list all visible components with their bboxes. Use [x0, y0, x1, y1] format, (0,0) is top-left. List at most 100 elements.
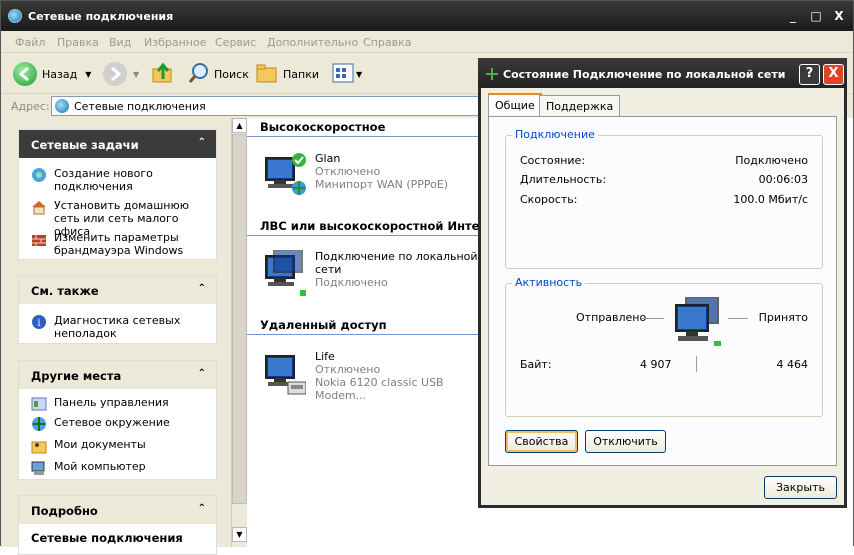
menu-edit[interactable]: Правка — [57, 36, 99, 49]
menu-help[interactable]: Справка — [363, 36, 411, 49]
connection-legend: Подключение — [512, 128, 598, 141]
place-my-computer[interactable]: Мой компьютер — [19, 460, 216, 480]
see-also-diagnostics[interactable]: i Диагностика сетевых неполадок — [19, 314, 216, 344]
up-folder-button[interactable] — [151, 62, 175, 86]
speed-label: Скорость: — [520, 193, 578, 206]
network-tasks-header[interactable]: Сетевые задачи ⌃ — [19, 130, 216, 158]
connection-local-network[interactable]: Подключение по локальной сети Подключено — [262, 249, 487, 310]
connection-status: Отключено — [315, 363, 381, 376]
control-panel-icon — [31, 396, 47, 412]
close-dialog-button[interactable]: Закрыть — [764, 476, 837, 499]
status-label: Состояние: — [520, 154, 586, 167]
collapse-icon[interactable]: ⌃ — [198, 503, 206, 514]
collapse-icon[interactable]: ⌃ — [198, 283, 206, 294]
collapse-icon[interactable]: ⌃ — [198, 368, 206, 379]
status-value: Подключено — [735, 154, 808, 167]
duration-value: 00:06:03 — [758, 173, 808, 186]
vertical-scrollbar[interactable]: ▲ ▼ — [231, 118, 247, 547]
view-button[interactable]: ▼ — [331, 62, 362, 86]
connection-name: Life — [315, 350, 335, 363]
address-input[interactable]: Сетевые подключения — [51, 96, 481, 116]
dialog-close-icon[interactable]: X — [823, 64, 844, 85]
place-control-panel[interactable]: Панель управления — [19, 396, 216, 414]
task-firewall-settings[interactable]: Изменить параметры брандмауэра Windows — [19, 231, 216, 261]
window-title: Сетевые подключения — [28, 10, 174, 23]
connection-glan[interactable]: Glan Отключено Минипорт WAN (PPPoE) — [262, 152, 482, 212]
connection-status-dialog: Состояние Подключение по локальной сети … — [478, 58, 847, 508]
network-connection-icon — [262, 249, 306, 296]
network-neighborhood-icon — [31, 416, 47, 432]
group-title-lan: ЛВС или высокоскоростной Интернет — [260, 219, 511, 233]
scroll-up-button[interactable]: ▲ — [232, 118, 247, 133]
see-also-panel: См. также ⌃ i Диагностика сетевых непола… — [18, 275, 217, 344]
back-button[interactable]: Назад ▼ — [13, 62, 91, 86]
bytes-divider — [696, 356, 697, 372]
menu-file[interactable]: Файл — [15, 36, 45, 49]
menu-service[interactable]: Сервис — [215, 36, 256, 49]
details-header[interactable]: Подробно ⌃ — [19, 496, 216, 524]
tab-general[interactable]: Общие — [488, 93, 542, 117]
group-divider — [247, 136, 487, 137]
firewall-icon — [31, 231, 47, 247]
my-documents-icon — [31, 438, 47, 454]
forward-button[interactable]: ▼ — [103, 62, 139, 86]
folders-button[interactable]: Папки — [255, 62, 319, 86]
chevron-down-icon[interactable]: ▼ — [85, 70, 91, 79]
speed-value: 100.0 Мбит/с — [733, 193, 808, 206]
maximize-button[interactable]: □ — [808, 9, 824, 24]
connection-status: Отключено — [315, 165, 381, 178]
disconnect-button[interactable]: Отключить — [585, 430, 666, 453]
dialog-title-bar[interactable]: Состояние Подключение по локальной сети … — [478, 58, 847, 88]
search-icon — [187, 61, 211, 88]
network-connection-icon — [262, 152, 306, 196]
folder-up-icon — [151, 61, 175, 88]
view-icon — [331, 61, 355, 88]
scroll-thumb[interactable] — [232, 134, 247, 504]
other-places-header[interactable]: Другие места ⌃ — [19, 361, 216, 389]
network-icon — [55, 99, 69, 113]
details-panel: Подробно ⌃ Сетевые подключения — [18, 495, 217, 555]
close-button[interactable]: X — [831, 9, 847, 24]
connection-life[interactable]: Life Отключено Nokia 6120 classic USB Mo… — [262, 350, 492, 410]
address-value: Сетевые подключения — [74, 100, 206, 113]
bytes-recv-value: 4 464 — [776, 358, 809, 371]
search-button[interactable]: Поиск — [187, 62, 249, 86]
menu-advanced[interactable]: Дополнительно — [267, 36, 358, 49]
sent-line — [642, 318, 664, 319]
menu-bar: Файл Правка Вид Избранное Сервис Дополни… — [1, 31, 853, 84]
home-network-icon — [31, 199, 47, 215]
properties-button[interactable]: Свойства — [505, 430, 578, 453]
connection-device: Nokia 6120 classic USB Modem... — [315, 376, 444, 402]
task-home-network[interactable]: Установить домашнюю сеть или сеть малого… — [19, 199, 216, 238]
scroll-down-button[interactable]: ▼ — [232, 527, 247, 542]
details-title: Сетевые подключения — [31, 531, 183, 545]
tab-support[interactable]: Поддержка — [539, 95, 621, 116]
recv-label: Принято — [758, 311, 808, 324]
new-connection-icon — [31, 167, 47, 183]
title-bar[interactable]: Сетевые подключения _ □ X — [1, 1, 853, 31]
minimize-button[interactable]: _ — [785, 9, 801, 24]
activity-group: Активность Отправлено Принято Байт: 4 90… — [505, 276, 823, 417]
task-create-connection[interactable]: Создание нового подключения — [19, 167, 216, 197]
activity-legend: Активность — [512, 276, 586, 289]
task-pane: Сетевые задачи ⌃ Создание нового подключ… — [1, 118, 231, 555]
place-my-documents[interactable]: Мои документы — [19, 438, 216, 458]
info-icon: i — [31, 314, 47, 330]
my-computer-icon — [31, 460, 47, 476]
network-tasks-panel: Сетевые задачи ⌃ Создание нового подключ… — [18, 129, 217, 260]
recv-line — [728, 318, 748, 319]
duration-label: Длительность: — [520, 173, 607, 186]
bytes-label: Байт: — [520, 358, 552, 371]
see-also-header[interactable]: См. также ⌃ — [19, 276, 216, 304]
help-button[interactable]: ? — [799, 64, 820, 85]
menu-favorites[interactable]: Избранное — [144, 36, 206, 49]
collapse-icon[interactable]: ⌃ — [198, 137, 206, 148]
menu-view[interactable]: Вид — [109, 36, 131, 49]
group-divider — [247, 334, 487, 335]
chevron-down-icon[interactable]: ▼ — [133, 70, 139, 79]
connection-status: Подключено — [315, 276, 388, 289]
network-icon — [8, 9, 22, 23]
group-divider — [247, 235, 487, 236]
place-network-neighborhood[interactable]: Сетевое окружение — [19, 416, 216, 436]
folders-icon — [255, 61, 279, 88]
